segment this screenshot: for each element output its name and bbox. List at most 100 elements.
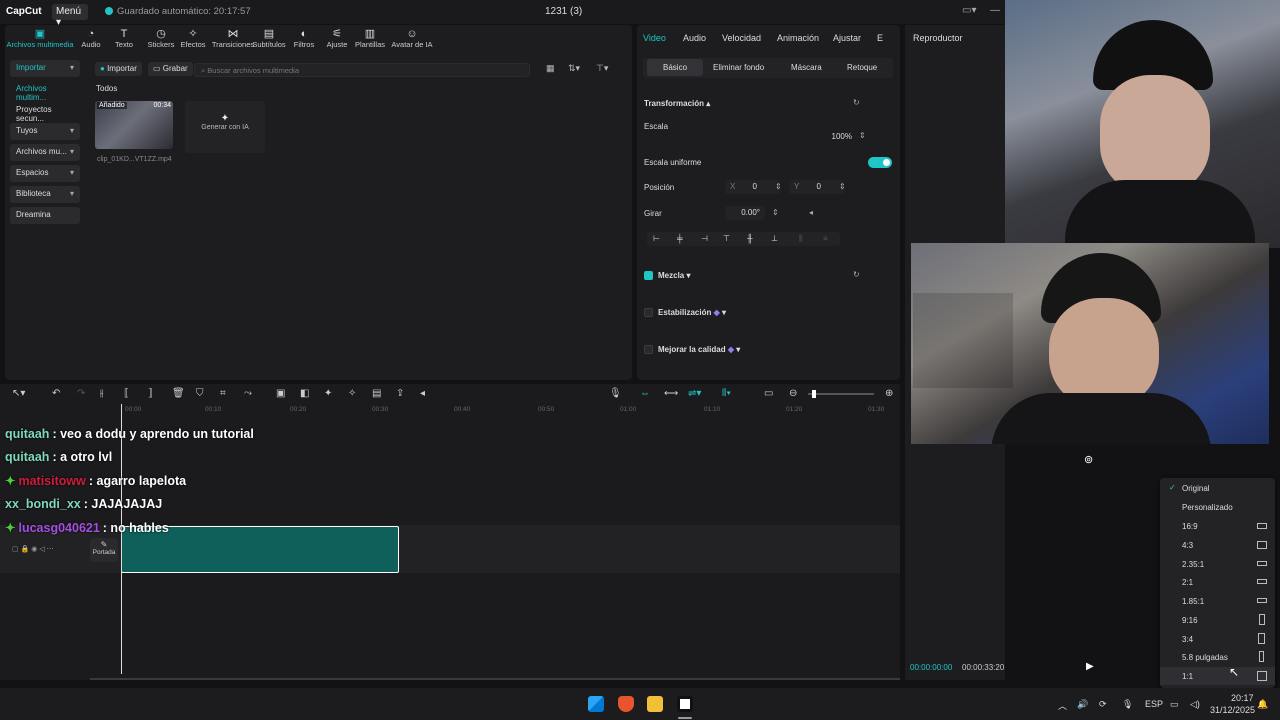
split-icon[interactable]: ⫲	[100, 388, 103, 399]
subtab-basic[interactable]: Básico	[647, 59, 704, 76]
magic-icon[interactable]: ✧	[348, 388, 356, 399]
subtab-mask[interactable]: Máscara	[791, 63, 822, 72]
align-left-icon[interactable]: ⊢	[653, 234, 660, 243]
split-right-icon[interactable]: ⟧	[148, 388, 153, 399]
video-preview[interactable]	[911, 243, 1269, 444]
rotate-stepper-icon[interactable]: ⇕	[772, 208, 779, 217]
timeline-ruler[interactable]: 00:00 00:10 00:20 00:30 00:40 00:50 01:0…	[120, 406, 900, 416]
sidebar-item-import[interactable]: Importar ▾	[10, 60, 80, 77]
ratio-5-8-inch[interactable]: 5.8 pulgadas	[1160, 648, 1275, 666]
import-button[interactable]: ● Importar	[95, 62, 142, 76]
tool-templates[interactable]: ▥ Plantillas	[348, 28, 392, 49]
sidebar-item-library[interactable]: Biblioteca ▾	[10, 186, 80, 203]
quality-heading[interactable]: Mejorar la calidad ◆ ▾	[658, 345, 740, 354]
rotate-field[interactable]: 0.00°	[725, 206, 765, 220]
sidebar-item-media[interactable]: Archivos multim...	[10, 81, 80, 102]
scale-value[interactable]: 100%	[817, 130, 857, 144]
brave-browser-icon[interactable]	[618, 696, 634, 712]
transform-heading[interactable]: Transformación ▴	[644, 99, 710, 108]
ratio-2-35-1[interactable]: 2.35:1	[1160, 555, 1275, 573]
ratio-original[interactable]: ✓ Original	[1160, 479, 1275, 497]
undo-icon[interactable]: ↶	[52, 388, 60, 399]
subtab-remove-bg[interactable]: Eliminar fondo	[713, 63, 764, 72]
track-controls[interactable]: ▢ 🔒 ◉ ◁ ⋯	[12, 545, 54, 553]
ai-effect-icon[interactable]: ✦	[324, 388, 332, 399]
position-y-field[interactable]: Y0	[789, 180, 844, 194]
position-y-stepper-icon[interactable]: ⇕	[839, 182, 846, 191]
sidebar-item-dreamina[interactable]: Dreamina	[10, 207, 80, 224]
language-indicator[interactable]: ESP	[1145, 699, 1163, 709]
tab-adjust[interactable]: Ajustar	[833, 33, 861, 43]
export-frame-icon[interactable]: ⇪	[396, 388, 404, 399]
minimize-icon[interactable]: —	[990, 5, 1000, 16]
zoom-slider[interactable]	[808, 390, 874, 398]
ratio-9-16[interactable]: 9:16	[1160, 611, 1275, 629]
stabilize-checkbox[interactable]	[644, 308, 653, 317]
speaker-icon[interactable]: ◁)	[1190, 699, 1200, 710]
sidebar-item-secondary-projects[interactable]: Proyectos secun...	[10, 102, 80, 123]
link-icon[interactable]: ⇔	[640, 388, 650, 399]
align-center-v-icon[interactable]: ╫	[747, 234, 753, 243]
blend-heading[interactable]: Mezcla ▾	[658, 271, 690, 280]
mirror-icon[interactable]: ◧	[300, 388, 309, 399]
crop-icon[interactable]: ⌗	[220, 388, 226, 399]
layout-icon[interactable]: ▭▾	[962, 5, 976, 16]
speed-curve-icon[interactable]: ⤳	[244, 388, 252, 399]
zoom-in-icon[interactable]: ⊕	[885, 388, 893, 399]
cover-button[interactable]: ✎ Portada	[90, 538, 118, 562]
blend-checkbox[interactable]	[644, 271, 653, 280]
mic-tray-icon[interactable]: 🎙	[1122, 699, 1133, 710]
marker-icon[interactable]: ⛉	[196, 388, 204, 399]
network-icon[interactable]: ▭	[1170, 699, 1179, 710]
uniform-scale-toggle[interactable]	[868, 157, 892, 168]
microphone-icon[interactable]: 🎙	[609, 388, 622, 399]
timeline-scrollbar[interactable]	[90, 678, 900, 680]
position-x-field[interactable]: X0	[725, 180, 780, 194]
align-top-icon[interactable]: ⊤	[723, 234, 730, 243]
tool-media[interactable]: ▣ Archivos multimedia	[5, 28, 75, 49]
split-left-icon[interactable]: ⟦	[124, 388, 129, 399]
rotate-handle-icon[interactable]: ⊚	[1084, 453, 1093, 466]
grid-view-icon[interactable]: ▦	[546, 63, 555, 74]
sort-icon[interactable]: ⇅▾	[568, 63, 580, 74]
ratio-2-1[interactable]: 2:1	[1160, 573, 1275, 591]
tab-audio[interactable]: Audio	[683, 33, 706, 43]
record-button[interactable]: ▭ Grabar	[148, 62, 193, 76]
generate-ai-button[interactable]: ✦ Generar con IA	[185, 101, 265, 153]
scale-stepper-icon[interactable]: ⇕	[859, 131, 866, 140]
menu-button[interactable]: Menú ▾	[52, 4, 88, 28]
tab-more[interactable]: E	[877, 33, 883, 43]
capcut-taskbar-icon[interactable]	[677, 696, 693, 712]
ratio-3-4[interactable]: 3:4	[1160, 630, 1275, 648]
rotate-dial-icon[interactable]: ◂	[809, 208, 813, 217]
align-bottom-icon[interactable]: ⊥	[771, 234, 778, 243]
clock-date[interactable]: 31/12/2025	[1210, 705, 1255, 715]
file-explorer-icon[interactable]	[647, 696, 663, 712]
ratio-16-9[interactable]: 16:9	[1160, 517, 1275, 535]
tool-ai-avatar[interactable]: ☺ Avatar de IA	[387, 28, 437, 49]
tab-animation[interactable]: Animación	[777, 33, 819, 43]
tray-overflow-icon[interactable]: ︿	[1058, 699, 1067, 712]
clock-time[interactable]: 20:17	[1231, 693, 1254, 703]
position-x-stepper-icon[interactable]: ⇕	[775, 182, 782, 191]
filter-all[interactable]: Todos	[96, 84, 117, 93]
collapse-icon[interactable]: ◂	[420, 388, 425, 399]
caption-icon[interactable]: ▤	[372, 388, 381, 399]
volume-icon[interactable]: 🔊	[1077, 699, 1088, 710]
stabilize-heading[interactable]: Estabilización ◆ ▾	[658, 308, 726, 317]
playhead[interactable]	[121, 404, 122, 674]
sync-icon[interactable]: ⟳	[1099, 699, 1107, 710]
project-name[interactable]: 1231 (3)	[545, 6, 582, 17]
sidebar-item-media-files[interactable]: Archivos mu... ▾	[10, 144, 80, 161]
windows-start-icon[interactable]	[588, 696, 604, 712]
filter-icon[interactable]: ⊤▾	[596, 63, 608, 74]
sidebar-item-spaces[interactable]: Espacios ▾	[10, 165, 80, 182]
notification-icon[interactable]: 🔔	[1257, 699, 1268, 710]
preview-axis-icon[interactable]: ⫴▾	[722, 388, 731, 399]
freeze-icon[interactable]: ▣	[276, 388, 285, 399]
tab-video[interactable]: Video	[643, 33, 666, 43]
ratio-custom[interactable]: Personalizado	[1160, 498, 1275, 516]
quality-checkbox[interactable]	[644, 345, 653, 354]
snap-icon[interactable]: ⟷	[664, 388, 678, 399]
play-icon[interactable]: ▶	[1086, 661, 1094, 672]
